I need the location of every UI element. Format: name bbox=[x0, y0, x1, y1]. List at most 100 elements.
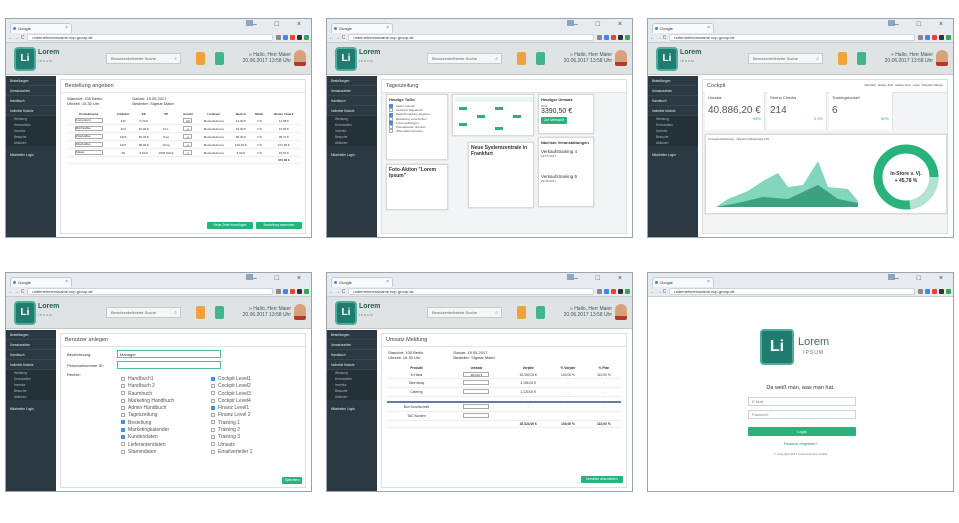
window-controls[interactable]: – □ × bbox=[574, 274, 630, 284]
right-checkbox[interactable]: Cockpit Level1 bbox=[211, 376, 252, 383]
back-forward-icon[interactable]: ← → C bbox=[8, 289, 24, 295]
sidebar-item-bestellungen[interactable]: Bestellungen bbox=[327, 330, 377, 340]
sidebar-item-bestellungen[interactable]: Bestellungen bbox=[648, 76, 698, 86]
app-logo[interactable]: Li Lorem IPSUM bbox=[14, 47, 60, 71]
sidebar-item-bestellungen[interactable]: Bestellungen bbox=[6, 76, 56, 86]
sidebar-subitem[interactable]: Aktionen bbox=[648, 140, 698, 146]
app-logo[interactable]: Li Lorem IPSUM bbox=[335, 301, 381, 325]
todo-item[interactable]: Warenlisten drucken bbox=[389, 129, 445, 134]
notification-icon[interactable] bbox=[196, 306, 205, 319]
window-controls[interactable]: – □ × bbox=[895, 20, 951, 30]
sales-input[interactable] bbox=[463, 380, 490, 385]
right-checkbox[interactable]: Cockpit Level4 bbox=[211, 398, 252, 405]
right-checkbox[interactable]: Finanz Level 2 bbox=[211, 412, 252, 419]
promo-tile[interactable]: Foto-Aktion "Lorem Ipsum" bbox=[386, 164, 448, 210]
avatar[interactable] bbox=[294, 304, 306, 320]
submit-order-button[interactable]: Bestellung absenden bbox=[256, 222, 302, 229]
sidebar-item-umsatzzahlen[interactable]: Umsatzzahlen bbox=[6, 86, 56, 96]
address-bar[interactable]: unternehmensname.ncp-group.de bbox=[27, 288, 273, 295]
quantity-input[interactable]: 1 bbox=[183, 142, 193, 147]
browser-tab[interactable]: Google × bbox=[331, 277, 393, 287]
sidebar-item-umsatzzahlen[interactable]: Umsatzzahlen bbox=[327, 340, 377, 350]
filter-item[interactable]: Transformatione bbox=[921, 83, 943, 89]
right-checkbox[interactable]: Finanz Level1 bbox=[211, 405, 252, 412]
product-select[interactable]: Kakao bbox=[74, 150, 103, 155]
calendar-tile[interactable] bbox=[452, 94, 534, 136]
sidebar-logout[interactable]: Mitarbeiter Login bbox=[327, 404, 377, 414]
quantity-input[interactable]: 1 bbox=[183, 134, 193, 139]
extension-icons[interactable] bbox=[597, 35, 630, 40]
extension-icons[interactable] bbox=[276, 289, 309, 294]
email-field[interactable]: E-Mail bbox=[748, 397, 856, 406]
sidebar-subitem[interactable]: Aktionen bbox=[6, 140, 56, 146]
right-checkbox[interactable]: Cockpit Level2 bbox=[211, 383, 252, 390]
message-icon[interactable] bbox=[536, 52, 545, 65]
sidebar-item-handbuch[interactable]: Handbuch bbox=[648, 96, 698, 106]
quantity-input[interactable]: 1 bbox=[183, 150, 193, 155]
password-field[interactable]: Passwort bbox=[748, 410, 856, 419]
filter-item[interactable]: Geben Sort bbox=[895, 83, 910, 89]
avatar[interactable] bbox=[615, 304, 627, 320]
sidebar-subitem[interactable]: Aktionen bbox=[6, 394, 56, 400]
sidebar-item-bestellungen[interactable]: Bestellungen bbox=[6, 330, 56, 340]
notification-icon[interactable] bbox=[517, 52, 526, 65]
add-row-button[interactable]: Neue Zeile hinzufügen bbox=[207, 222, 253, 229]
filter-item[interactable]: Standort bbox=[865, 83, 876, 89]
right-checkbox[interactable]: Stammdaten bbox=[121, 449, 174, 456]
sidebar-logout[interactable]: Mitarbeiter Login bbox=[648, 150, 698, 160]
message-icon[interactable] bbox=[857, 52, 866, 65]
sales-input[interactable] bbox=[463, 389, 490, 394]
sidebar-item-indirekte-module[interactable]: Indirekte Module bbox=[327, 106, 377, 116]
quantity-input[interactable]: 1 bbox=[183, 126, 193, 131]
right-checkbox[interactable]: Training 1 bbox=[211, 420, 252, 427]
search-input[interactable]: Benutzerdefinierte Suche bbox=[427, 307, 502, 318]
right-checkbox[interactable]: Tageszeitung bbox=[121, 412, 174, 419]
window-controls[interactable]: – □ × bbox=[253, 274, 309, 284]
right-checkbox[interactable]: Raumbuch bbox=[121, 391, 174, 398]
search-input[interactable]: Benutzerdefinierte Suche bbox=[106, 53, 181, 64]
browser-tab[interactable]: Google × bbox=[10, 277, 72, 287]
avatar[interactable] bbox=[294, 50, 306, 66]
browser-tab[interactable]: Google × bbox=[652, 23, 714, 33]
sidebar-logout[interactable]: Mitarbeiter Login bbox=[327, 150, 377, 160]
news-tile[interactable]: Neue Systemzentrale in Frankfurt bbox=[468, 142, 534, 208]
right-checkbox[interactable]: Marketingkalender bbox=[121, 427, 174, 434]
message-icon[interactable] bbox=[536, 306, 545, 319]
address-bar[interactable]: unternehmensname.ncp-group.de bbox=[348, 288, 594, 295]
product-select[interactable]: Computer4 bbox=[74, 118, 103, 123]
extension-icons[interactable] bbox=[918, 35, 951, 40]
product-select[interactable]: Filterkaffee bbox=[74, 134, 103, 139]
notification-icon[interactable] bbox=[838, 52, 847, 65]
filter-item[interactable]: Geben Sort bbox=[878, 83, 893, 89]
sidebar-item-umsatzzahlen[interactable]: Umsatzzahlen bbox=[648, 86, 698, 96]
personnel-id-input[interactable] bbox=[117, 361, 221, 369]
message-icon[interactable] bbox=[215, 306, 224, 319]
address-bar[interactable]: unternehmensname.ncp-group.de bbox=[27, 34, 273, 41]
window-controls[interactable]: – □ × bbox=[895, 274, 951, 284]
right-checkbox[interactable]: Lieferantendaten bbox=[121, 442, 174, 449]
sidebar-item-bestellungen[interactable]: Bestellungen bbox=[327, 76, 377, 86]
sidebar-item-handbuch[interactable]: Handbuch bbox=[327, 96, 377, 106]
right-checkbox[interactable]: Emailverteiler 1 bbox=[211, 449, 252, 456]
right-checkbox[interactable]: Admin Handbuch bbox=[121, 405, 174, 412]
right-checkbox[interactable]: Cockpit Level3 bbox=[211, 391, 252, 398]
avatar[interactable] bbox=[615, 50, 627, 66]
browser-tab[interactable]: Google × bbox=[652, 277, 714, 287]
extension-icons[interactable] bbox=[597, 289, 630, 294]
sales-input[interactable] bbox=[463, 404, 490, 409]
right-checkbox[interactable]: Training 3 bbox=[211, 434, 252, 441]
name-input[interactable]: Manager bbox=[117, 350, 221, 358]
notification-icon[interactable] bbox=[196, 52, 205, 65]
address-bar[interactable]: unternehmensname.ncp-group.de bbox=[348, 34, 594, 41]
right-checkbox[interactable]: Training 2 bbox=[211, 427, 252, 434]
window-controls[interactable]: – □ × bbox=[574, 20, 630, 30]
avatar[interactable] bbox=[936, 50, 948, 66]
sidebar-item-umsatzzahlen[interactable]: Umsatzzahlen bbox=[6, 340, 56, 350]
window-controls[interactable]: – □ × bbox=[253, 20, 309, 30]
sidebar-subitem[interactable]: Aktionen bbox=[327, 140, 377, 146]
back-forward-icon[interactable]: ← → C bbox=[650, 289, 666, 295]
browser-tab[interactable]: Google × bbox=[10, 23, 72, 33]
extension-icons[interactable] bbox=[918, 289, 951, 294]
sidebar-item-handbuch[interactable]: Handbuch bbox=[6, 96, 56, 106]
search-input[interactable]: Benutzerdefinierte Suche bbox=[106, 307, 181, 318]
